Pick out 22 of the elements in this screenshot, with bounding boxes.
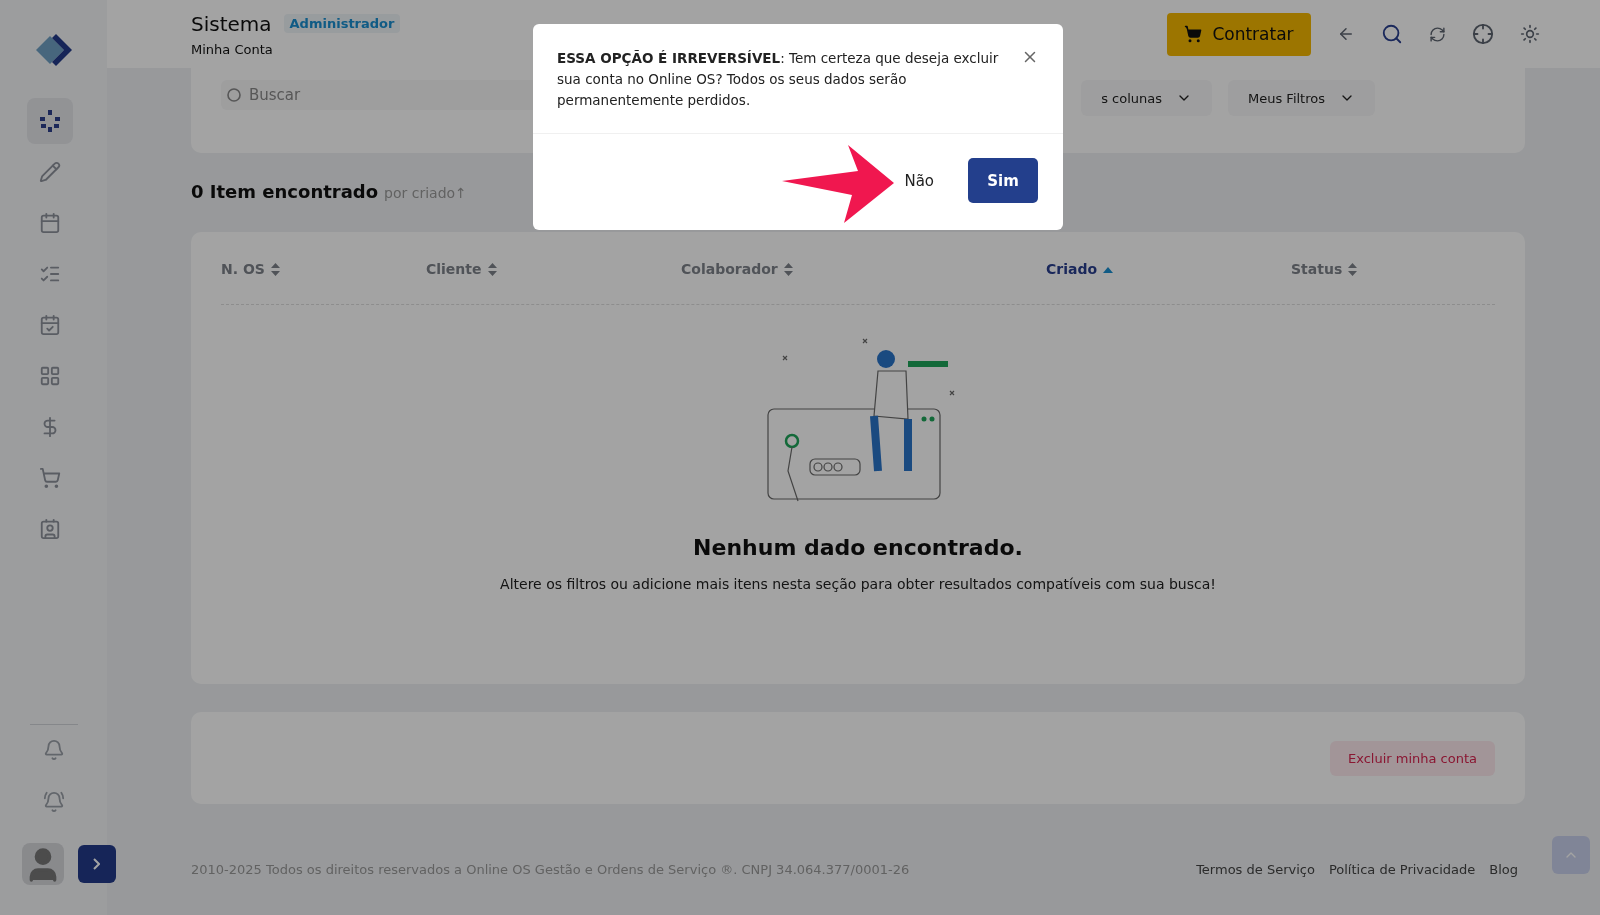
column-header[interactable]: Criado bbox=[1046, 261, 1291, 277]
hire-button[interactable]: Contratar bbox=[1167, 12, 1311, 56]
empty-title: Nenhum dado encontrado. bbox=[693, 535, 1023, 560]
sort-label: por criado↑ bbox=[384, 185, 467, 201]
confirm-button[interactable]: Sim bbox=[968, 158, 1038, 203]
copyright: 2010-2025 Todos os direitos reservados a Online OS Gestão e Ordens de Serviço ®. CNPJ 34.064.377/0001-26 bbox=[191, 862, 910, 877]
delete-account-button[interactable]: Excluir minha conta bbox=[1329, 740, 1495, 776]
page-title: Sistema bbox=[191, 11, 272, 36]
footer-link[interactable]: Blog bbox=[1489, 862, 1518, 877]
page-subtitle: Minha Conta bbox=[191, 41, 274, 57]
column-header[interactable]: Colaborador bbox=[681, 261, 1046, 277]
column-header[interactable]: N. OS bbox=[221, 261, 426, 277]
filter-dropdown[interactable]: s colunas bbox=[1081, 80, 1212, 116]
empty-message: Altere os filtros ou adicione mais itens nesta seção para obter resultados compatíveis com sua busca! bbox=[500, 576, 1216, 592]
footer-link[interactable]: Política de Privacidade bbox=[1328, 862, 1476, 877]
column-header[interactable]: Cliente bbox=[426, 261, 681, 277]
role-badge: Administrador bbox=[283, 14, 401, 33]
filter-dropdown[interactable]: Meus Filtros bbox=[1228, 80, 1375, 116]
column-header[interactable]: Status bbox=[1291, 261, 1495, 277]
result-count: 0 Item encontrado bbox=[191, 181, 379, 202]
footer-link[interactable]: Termos de Serviço bbox=[1196, 862, 1315, 877]
cancel-button[interactable]: Não bbox=[898, 170, 940, 191]
